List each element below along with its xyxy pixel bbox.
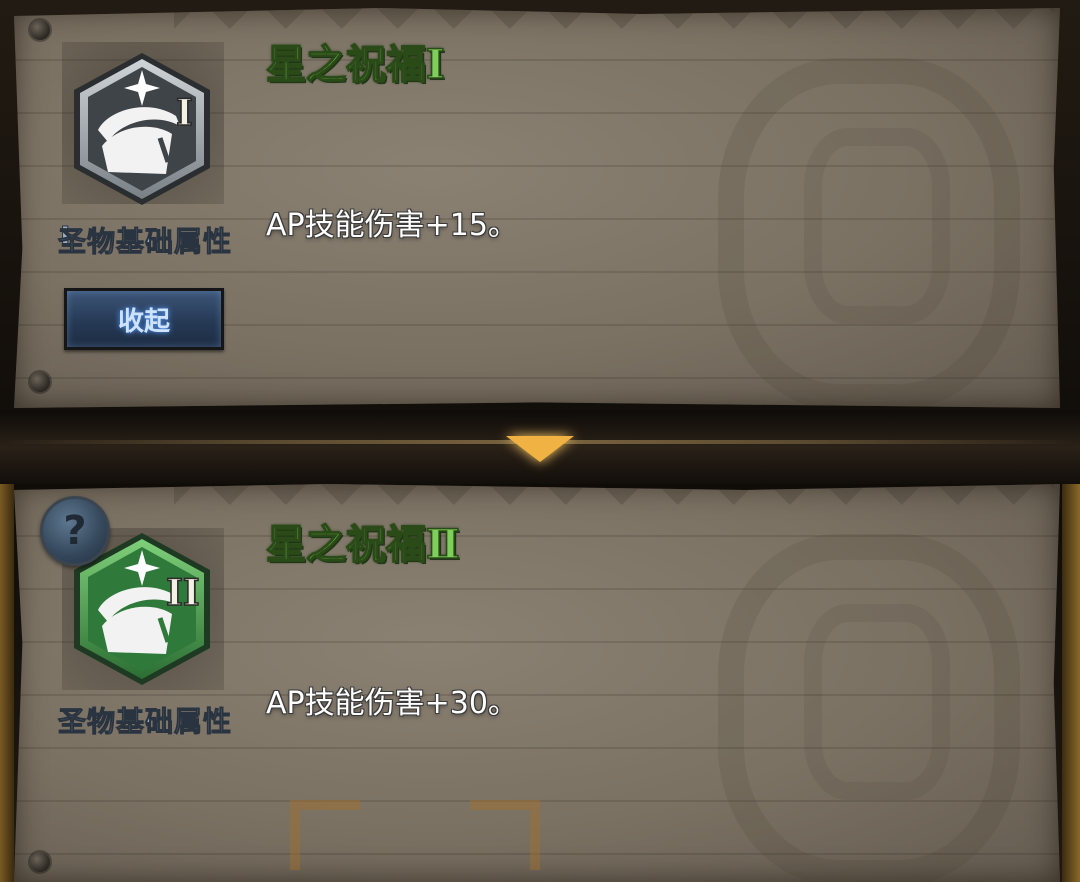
right-frame-edge bbox=[1062, 420, 1080, 882]
background-emblem-inner bbox=[804, 604, 950, 800]
rivet-icon bbox=[30, 372, 50, 392]
gold-bracket-left bbox=[290, 800, 360, 870]
rivet-icon bbox=[30, 852, 50, 872]
tier-numeral: I bbox=[175, 91, 193, 135]
card-description: AP技能伤害+30。 bbox=[266, 686, 518, 721]
left-frame-edge bbox=[0, 420, 14, 882]
gold-bracket-right bbox=[470, 800, 540, 870]
expand-arrow-icon[interactable] bbox=[506, 436, 574, 462]
star-blessing-emblem-icon bbox=[74, 53, 210, 205]
help-button[interactable]: ? bbox=[40, 496, 110, 566]
category-label: 圣物基础属性 bbox=[57, 225, 233, 259]
tier-numeral: II bbox=[165, 571, 200, 615]
rivet-icon bbox=[30, 20, 50, 40]
collapse-button[interactable]: 收起 bbox=[64, 288, 224, 350]
category-label: 圣物基础属性 bbox=[57, 705, 233, 739]
card-title: 星之祝福Ⅰ bbox=[265, 40, 445, 89]
zigzag-pattern bbox=[174, 484, 1054, 512]
card-description: AP技能伤害+15。 bbox=[266, 208, 518, 243]
card-title: 星之祝福Ⅱ bbox=[265, 520, 460, 569]
background-emblem-inner bbox=[804, 128, 950, 324]
